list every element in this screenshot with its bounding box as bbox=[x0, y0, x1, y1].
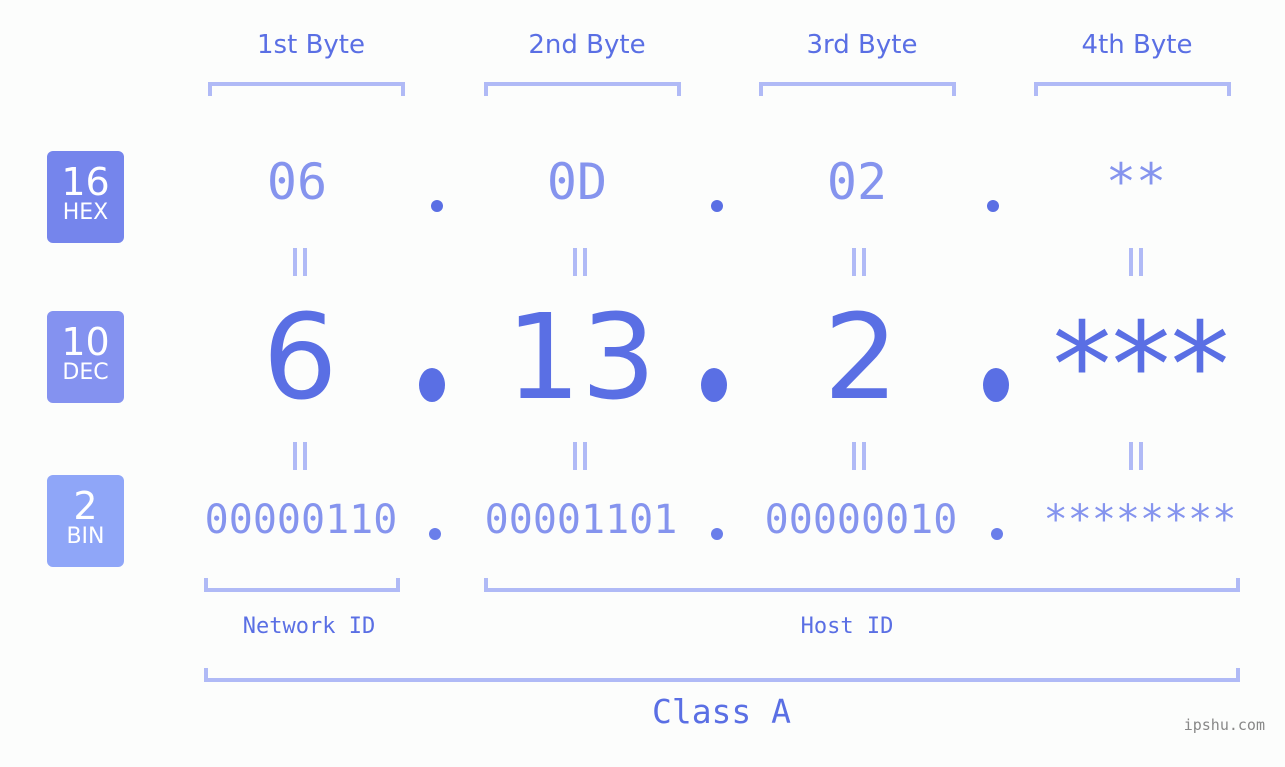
dec-value-3: 2 bbox=[823, 288, 899, 426]
equals-icon bbox=[293, 442, 307, 470]
dec-value-4: *** bbox=[1052, 296, 1230, 434]
bin-value-3: 00000010 bbox=[764, 497, 958, 543]
dec-badge-number: 10 bbox=[61, 320, 110, 364]
equals-icon bbox=[293, 248, 307, 276]
dec-badge: 10 DEC bbox=[47, 311, 124, 403]
equals-icon bbox=[852, 248, 866, 276]
hex-separator-dot bbox=[431, 200, 443, 212]
dec-badge-unit: DEC bbox=[62, 360, 109, 385]
byte-label-2: 2nd Byte bbox=[528, 30, 646, 60]
equals-icon bbox=[573, 442, 587, 470]
bin-separator-dot bbox=[991, 528, 1003, 540]
hex-separator-dot bbox=[711, 200, 723, 212]
dec-separator-dot bbox=[983, 368, 1009, 402]
dec-separator-dot bbox=[701, 368, 727, 402]
byte-bracket-3 bbox=[759, 82, 956, 96]
byte-label-3: 3rd Byte bbox=[806, 30, 918, 60]
network-id-label: Network ID bbox=[242, 614, 376, 639]
hex-badge: 16 HEX bbox=[47, 151, 124, 243]
bin-value-4: ******** bbox=[1043, 497, 1237, 543]
bin-value-1: 00000110 bbox=[204, 497, 398, 543]
hex-badge-unit: HEX bbox=[62, 200, 109, 225]
bin-badge-number: 2 bbox=[73, 484, 98, 528]
dec-value-1: 6 bbox=[262, 288, 338, 426]
bin-badge-unit: BIN bbox=[66, 524, 105, 549]
hex-value-3: 02 bbox=[826, 153, 888, 211]
equals-icon bbox=[573, 248, 587, 276]
byte-bracket-2 bbox=[484, 82, 681, 96]
hex-separator-dot bbox=[987, 200, 999, 212]
host-id-label: Host ID bbox=[800, 614, 894, 639]
dec-separator-dot bbox=[419, 368, 445, 402]
bin-value-2: 00001101 bbox=[484, 497, 678, 543]
byte-bracket-1 bbox=[208, 82, 405, 96]
hex-value-2: 0D bbox=[546, 153, 608, 211]
equals-icon bbox=[852, 442, 866, 470]
bin-separator-dot bbox=[711, 528, 723, 540]
byte-label-4: 4th Byte bbox=[1081, 30, 1193, 60]
bin-badge: 2 BIN bbox=[47, 475, 124, 567]
equals-icon bbox=[1129, 442, 1143, 470]
hex-value-4: ** bbox=[1105, 153, 1167, 211]
network-id-bracket bbox=[204, 578, 400, 592]
watermark: ipshu.com bbox=[1183, 716, 1265, 734]
class-label: Class A bbox=[651, 692, 792, 731]
class-bracket bbox=[204, 668, 1240, 682]
hex-value-1: 06 bbox=[266, 153, 328, 211]
byte-label-1: 1st Byte bbox=[257, 30, 365, 60]
host-id-bracket bbox=[484, 578, 1240, 592]
equals-icon bbox=[1129, 248, 1143, 276]
dec-value-2: 13 bbox=[505, 288, 657, 426]
byte-bracket-4 bbox=[1034, 82, 1231, 96]
hex-badge-number: 16 bbox=[61, 160, 110, 204]
bin-separator-dot bbox=[429, 528, 441, 540]
